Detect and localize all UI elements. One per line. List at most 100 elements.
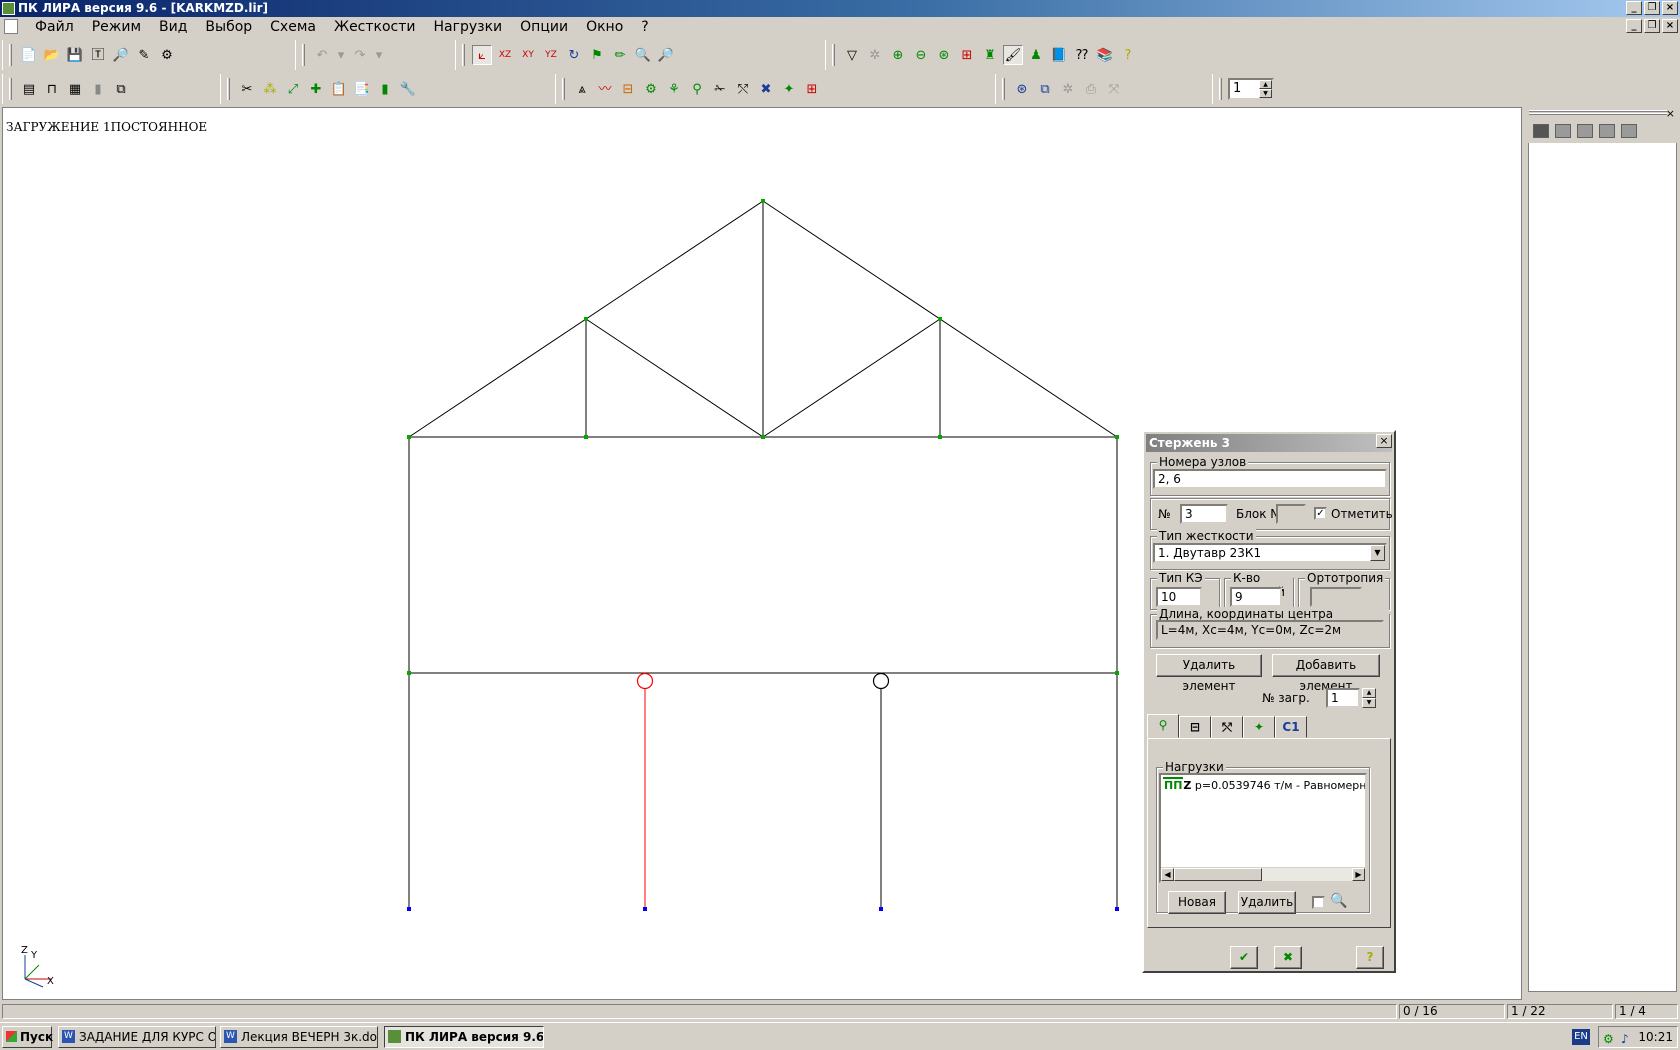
book-icon[interactable]: 📘 [1049, 45, 1069, 65]
paint-icon[interactable]: 🖌 [1003, 45, 1023, 65]
node[interactable] [1115, 435, 1119, 439]
help-icon[interactable]: ? [1118, 45, 1138, 65]
projection-icon[interactable]: ⟀ [472, 45, 492, 65]
hinge[interactable] [872, 672, 890, 690]
element-load-icon[interactable]: ⚲ [687, 79, 707, 99]
load-case-field[interactable]: 1 [1326, 688, 1360, 708]
clock[interactable]: 10:21 [1638, 1030, 1673, 1044]
panel-close-icon[interactable]: × [1666, 107, 1675, 120]
scroll-left-icon[interactable]: ◀ [1161, 868, 1174, 881]
load-case-spinner[interactable]: ▲ ▼ [1362, 688, 1376, 708]
apply-button[interactable]: ✔ [1230, 946, 1258, 969]
chevron-down-icon[interactable]: ▼ [1370, 545, 1385, 561]
window-title-bar[interactable]: ПК ЛИРА версия 9.6 - [KARKMZD.lir] _ ❐ × [0, 0, 1680, 17]
pin-icon[interactable]: ✦ [779, 79, 799, 99]
tray-volume-icon[interactable]: ♪ [1621, 1029, 1629, 1049]
battery-icon[interactable]: ▮ [375, 79, 395, 99]
doc-close-button[interactable]: × [1662, 19, 1678, 33]
paste-icon[interactable]: 📋 [329, 79, 349, 99]
copy-icon[interactable] [1577, 124, 1593, 138]
add-element-button[interactable]: Добавить элемент [1272, 654, 1380, 693]
menu-window[interactable]: Окно [577, 17, 632, 37]
hinge-selected[interactable] [636, 672, 654, 690]
dialog-help-button[interactable]: ? [1356, 946, 1384, 969]
text-icon[interactable]: 🅃 [88, 45, 108, 65]
yz-view-icon[interactable]: YZ [541, 45, 561, 65]
print-icon[interactable] [1621, 124, 1637, 138]
restore-button[interactable]: ❐ [1644, 1, 1660, 15]
menu-options[interactable]: Опции [511, 17, 577, 37]
stack-icon[interactable]: ⧉ [1035, 79, 1055, 99]
node[interactable] [584, 435, 588, 439]
delete-load-button[interactable]: Удалить [1238, 891, 1296, 914]
find-icon[interactable]: 🔎 [111, 45, 131, 65]
camera-icon[interactable] [1533, 124, 1549, 138]
cut-icon[interactable]: ✂ [237, 79, 257, 99]
frame-icon[interactable]: ⊓ [42, 79, 62, 99]
cancel-button[interactable]: ✖ [1274, 946, 1302, 969]
library-icon[interactable]: 📚 [1095, 45, 1115, 65]
support-node[interactable] [407, 907, 411, 911]
scroll-right-icon[interactable]: ▶ [1352, 868, 1365, 881]
block-field[interactable] [1276, 504, 1306, 524]
pencil-icon[interactable]: ✏ [610, 45, 630, 65]
taskbar-item-lira[interactable]: ПК ЛИРА версия 9.6 -... [384, 1026, 544, 1048]
preview-checkbox[interactable] [1312, 896, 1325, 909]
filter-icon[interactable]: ▽ [842, 45, 862, 65]
menu-view[interactable]: Вид [150, 17, 196, 37]
zoom-out-icon[interactable]: ⊖ [911, 45, 931, 65]
doc-minimize-button[interactable]: _ [1626, 19, 1642, 33]
menu-scheme[interactable]: Схема [261, 17, 325, 37]
menu-select[interactable]: Выбор [196, 17, 261, 37]
dialog-title[interactable]: Стержень 3 [1146, 434, 1392, 452]
node[interactable] [407, 435, 411, 439]
gear-disabled-icon[interactable]: ✲ [1058, 79, 1078, 99]
number-field[interactable]: 3 [1180, 504, 1228, 524]
tab-inserts[interactable]: ✦ [1243, 716, 1275, 738]
clipboard-icon[interactable]: 📑 [352, 79, 372, 99]
undo-dropdown-icon[interactable]: ▾ [335, 45, 347, 65]
scroll-thumb[interactable] [1174, 868, 1262, 881]
tab-stiffness[interactable]: ⊟ [1179, 716, 1211, 738]
table-icon[interactable]: ⊞ [802, 79, 822, 99]
mesh-icon[interactable]: ▦ [65, 79, 85, 99]
rigid-insert-icon[interactable]: ⚘ [664, 79, 684, 99]
support-node[interactable] [1115, 907, 1119, 911]
load-case-spinner[interactable]: 1 ▲ ▼ [1228, 78, 1274, 100]
load-list-item[interactable]: ΠΠZ p=0.0539746 т/м - Равномерно рас [1163, 777, 1365, 792]
node[interactable] [938, 317, 942, 321]
dialog-close-button[interactable]: × [1376, 434, 1392, 448]
delete-element-button[interactable]: Удалить элемент [1156, 654, 1262, 693]
support-node[interactable] [643, 907, 647, 911]
sections-field[interactable]: 9 [1230, 587, 1282, 607]
node[interactable] [761, 435, 765, 439]
support-node[interactable] [879, 907, 883, 911]
taskbar-item-word-1[interactable]: ЗАДАНИЕ ДЛЯ КУРС ОВ... [58, 1026, 216, 1048]
zoom-in-icon[interactable]: ⊕ [888, 45, 908, 65]
new-icon[interactable]: 📄 [19, 45, 39, 65]
minimize-button[interactable]: _ [1626, 1, 1642, 15]
doc-restore-button[interactable]: ❐ [1644, 19, 1660, 33]
tray-network-icon[interactable]: ⚙ [1603, 1029, 1614, 1049]
add-node-icon[interactable]: ✚ [306, 79, 326, 99]
hinge-icon[interactable]: ⚙ [641, 79, 661, 99]
tab-c1[interactable]: С1 [1275, 716, 1307, 738]
menu-mode[interactable]: Режим [83, 17, 150, 37]
close-button[interactable]: × [1662, 1, 1678, 15]
support-icon[interactable]: ⩓ [572, 79, 592, 99]
undo-icon[interactable]: ↶ [312, 45, 332, 65]
load-icon[interactable]: ⊟ [618, 79, 638, 99]
redo-dropdown-icon[interactable]: ▾ [373, 45, 385, 65]
image-icon[interactable] [1599, 124, 1615, 138]
open-icon[interactable]: 📂 [42, 45, 62, 65]
menu-help[interactable]: ? [632, 17, 657, 37]
nodes-field[interactable]: 2, 6 [1153, 469, 1387, 489]
flag-icon[interactable]: ⚑ [587, 45, 607, 65]
context-help-icon[interactable]: ⁇ [1072, 45, 1092, 65]
menu-loads[interactable]: Нагрузки [425, 17, 512, 37]
grid-icon[interactable]: ⊞ [957, 45, 977, 65]
horizontal-scrollbar[interactable]: ◀ ▶ [1161, 867, 1365, 881]
truss-right-diagonal[interactable] [762, 318, 941, 438]
taskbar-item-word-2[interactable]: Лекция ВЕЧЕРН 3к.doc ... [220, 1026, 378, 1048]
new-load-button[interactable]: Новая [1168, 891, 1226, 914]
